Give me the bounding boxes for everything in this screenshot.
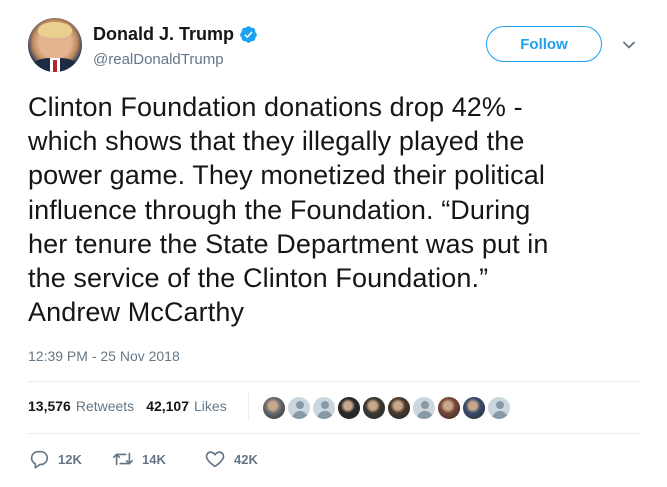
tweet-timestamp[interactable]: 12:39 PM - 25 Nov 2018 xyxy=(28,348,180,364)
reply-icon xyxy=(30,450,49,469)
tweet-text-line: influence through the Foundation. “Durin… xyxy=(28,194,531,225)
divider xyxy=(28,433,640,434)
like-count: 42K xyxy=(234,451,258,467)
divider xyxy=(28,381,640,382)
avatar-hair xyxy=(38,22,72,38)
tweet-header: Donald J. Trump @realDonaldTrump Follow xyxy=(28,18,648,78)
verified-badge-icon xyxy=(240,26,257,43)
tweet-actions: 12K 14K 42K xyxy=(28,448,328,472)
retweet-action[interactable]: 14K xyxy=(112,448,166,470)
tweet-text-line: her tenure the State Department was put … xyxy=(28,228,549,259)
likes-label: Likes xyxy=(194,398,227,414)
likes-count: 42,107 xyxy=(146,398,190,414)
liker-avatar[interactable] xyxy=(486,395,512,421)
tweet-stats: 13,576 Retweets 42,107 Likes xyxy=(28,398,227,414)
profile-avatar[interactable] xyxy=(28,18,82,72)
liker-avatar[interactable] xyxy=(286,395,312,421)
retweets-count: 13,576 xyxy=(28,398,71,414)
likes-stat[interactable]: 42,107 Likes xyxy=(146,398,227,414)
liker-avatar[interactable] xyxy=(461,395,487,421)
reply-count: 12K xyxy=(58,451,82,467)
user-handle[interactable]: @realDonaldTrump xyxy=(93,51,258,68)
tweet-text-line: the service of the Clinton Foundation.” xyxy=(28,263,489,294)
heart-icon xyxy=(205,451,225,468)
display-name-text[interactable]: Donald J. Trump xyxy=(93,24,234,45)
liker-avatar[interactable] xyxy=(261,395,287,421)
display-name[interactable]: Donald J. Trump xyxy=(93,24,258,45)
tweet-text-line: power game. They monetized their politic… xyxy=(28,160,545,191)
chevron-down-icon[interactable] xyxy=(622,38,636,52)
liker-avatar[interactable] xyxy=(436,395,462,421)
retweet-count: 14K xyxy=(142,451,166,467)
tweet-text-line: which shows that they illegally played t… xyxy=(28,126,525,157)
liker-avatar[interactable] xyxy=(336,395,362,421)
liker-avatar[interactable] xyxy=(411,395,437,421)
reply-action[interactable]: 12K xyxy=(28,448,82,470)
tweet-text-line: Andrew McCarthy xyxy=(28,297,245,328)
liker-avatar[interactable] xyxy=(311,395,337,421)
like-action[interactable]: 42K xyxy=(204,448,258,470)
liker-avatar[interactable] xyxy=(361,395,387,421)
tweet-text-line: Clinton Foundation donations drop 42% - xyxy=(28,92,523,122)
user-name-block: Donald J. Trump @realDonaldTrump xyxy=(93,24,258,68)
liker-avatar[interactable] xyxy=(386,395,412,421)
tweet-text: Clinton Foundation donations drop 42% - … xyxy=(28,90,648,329)
stats-separator xyxy=(248,391,249,421)
retweet-icon xyxy=(113,452,133,466)
retweets-stat[interactable]: 13,576 Retweets xyxy=(28,398,134,414)
avatar-tie xyxy=(53,60,57,72)
follow-button[interactable]: Follow xyxy=(486,26,602,62)
retweets-label: Retweets xyxy=(75,398,135,414)
